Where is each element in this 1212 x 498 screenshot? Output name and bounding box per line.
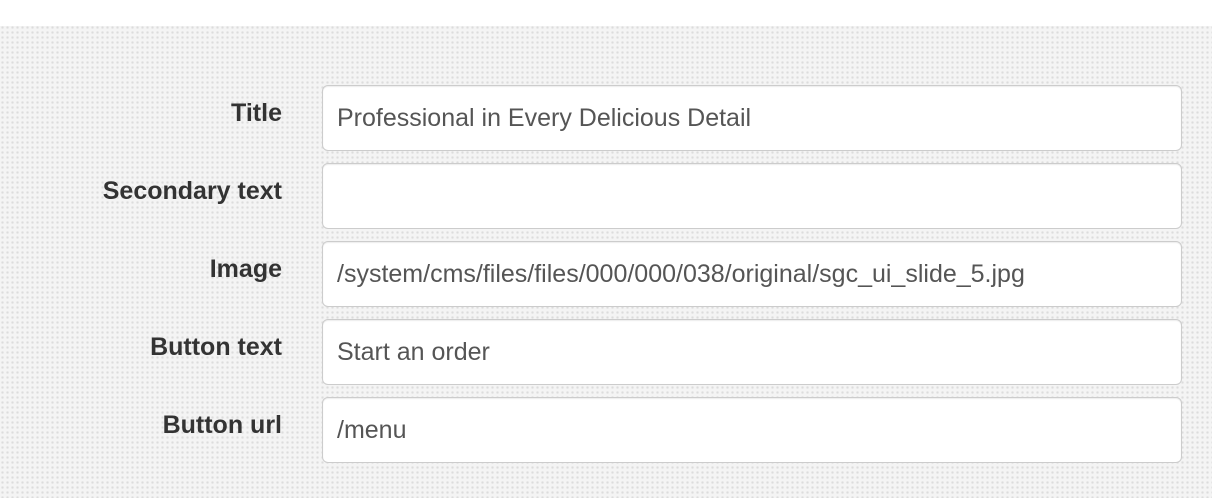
button-url-input[interactable] — [322, 397, 1182, 463]
image-input[interactable] — [322, 241, 1182, 307]
button-url-label: Button url — [162, 411, 282, 439]
form-row-title: Title — [0, 85, 1212, 163]
secondary-text-label: Secondary text — [102, 177, 282, 205]
top-panel-edge — [0, 0, 1212, 26]
form-row-button-text: Button text — [0, 319, 1212, 397]
button-text-label: Button text — [150, 333, 282, 361]
secondary-text-input[interactable] — [322, 163, 1182, 229]
title-input[interactable] — [322, 85, 1182, 151]
slide-edit-form: Title Secondary text Image Button text B… — [0, 85, 1212, 475]
form-row-secondary-text: Secondary text — [0, 163, 1212, 241]
title-label: Title — [231, 99, 282, 127]
button-text-input[interactable] — [322, 319, 1182, 385]
form-row-button-url: Button url — [0, 397, 1212, 475]
form-row-image: Image — [0, 241, 1212, 319]
image-label: Image — [209, 255, 282, 283]
